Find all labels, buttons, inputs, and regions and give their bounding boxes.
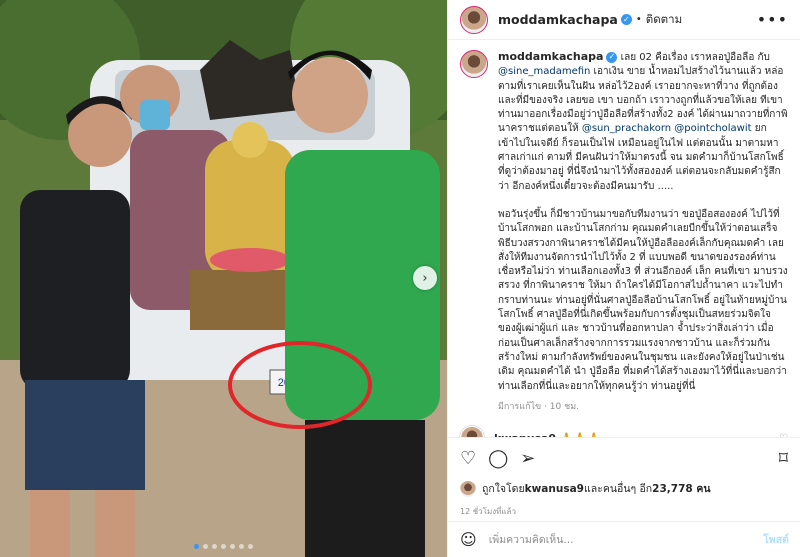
post-header: moddamkachapa ✓ • ติดตาม ••• (448, 0, 800, 40)
avatar[interactable] (460, 5, 488, 34)
caption-username[interactable]: moddamkachapa (498, 50, 603, 63)
likes-user[interactable]: kwanusa9 (525, 483, 584, 495)
carousel-dots (0, 544, 447, 549)
verified-icon: ✓ (620, 14, 632, 25)
add-comment-bar: ☺ เพิ่มความคิดเห็น... โพสต์ (448, 521, 800, 557)
separator-dot: • (635, 14, 642, 25)
comment-row: kwanusa9 🙏🙏🙏 ♡ (460, 426, 788, 437)
avatar (460, 480, 476, 497)
likes-count[interactable]: 23,778 คน (652, 480, 710, 497)
post-comment-button[interactable]: โพสต์ (763, 531, 789, 548)
mention-link[interactable]: @sun_prachakorn (582, 123, 671, 134)
caption-text: moddamkachapa ✓ เลย 02 คือเรื่อง เราหลอปู… (498, 50, 788, 414)
likes-middle: และคนอื่นๆ อีก (583, 483, 653, 495)
bookmark-icon[interactable]: ⌑ (779, 448, 788, 469)
comments-scroll[interactable]: moddamkachapa ✓ เลย 02 คือเรื่อง เราหลอปู… (448, 40, 800, 437)
caption-paragraph: พอวันรุ่งขึ้น ก็มีชาวบ้านมาขอกับทีมงานว่… (498, 208, 788, 392)
mention-link[interactable]: @pointcholawit (674, 123, 751, 134)
carousel-dot (194, 544, 199, 549)
caption-part: เลย 02 คือเรื่อง เราหลอปู่อือลือ กับ (620, 52, 770, 63)
comment-input[interactable]: เพิ่มความคิดเห็น... (489, 531, 574, 548)
emoji-icon[interactable]: ☺ (460, 530, 477, 549)
heart-icon[interactable]: ♡ (460, 448, 476, 469)
post-date: 12 ชั่วโมงที่แล้ว (460, 507, 516, 516)
carousel-dot (248, 544, 253, 549)
caption-row: moddamkachapa ✓ เลย 02 คือเรื่อง เราหลอปู… (460, 50, 788, 414)
follow-button[interactable]: ติดตาม (646, 11, 682, 29)
carousel-dot (230, 544, 235, 549)
comment-icon[interactable]: ◯ (488, 448, 508, 469)
share-icon[interactable]: ➢ (520, 448, 535, 469)
likes-prefix: ถูกใจโดย (482, 483, 525, 495)
verified-icon: ✓ (606, 51, 618, 63)
action-icons: ♡ ◯ ➢ ⌑ (460, 446, 788, 470)
carousel-dot (239, 544, 244, 549)
more-options-icon[interactable]: ••• (757, 10, 788, 29)
likes-row[interactable]: ถูกใจโดย kwanusa9 และคนอื่นๆ อีก 23,778 … (460, 480, 788, 497)
avatar[interactable] (460, 50, 488, 78)
carousel-dot (203, 544, 208, 549)
photo-illustration: 2020 (0, 0, 447, 557)
post-username[interactable]: moddamkachapa (498, 12, 618, 27)
next-photo-button[interactable]: › (413, 266, 437, 290)
post-panel: moddamkachapa ✓ • ติดตาม ••• moddamkacha… (447, 0, 800, 557)
mention-link[interactable]: @sine_madamefin (498, 66, 590, 77)
carousel-dot (212, 544, 217, 549)
carousel-dot (221, 544, 226, 549)
avatar[interactable] (460, 426, 484, 437)
post-photo[interactable]: 2020 › (0, 0, 447, 557)
caption-meta: มีการแก้ไข · 10 ชม. (498, 401, 579, 412)
